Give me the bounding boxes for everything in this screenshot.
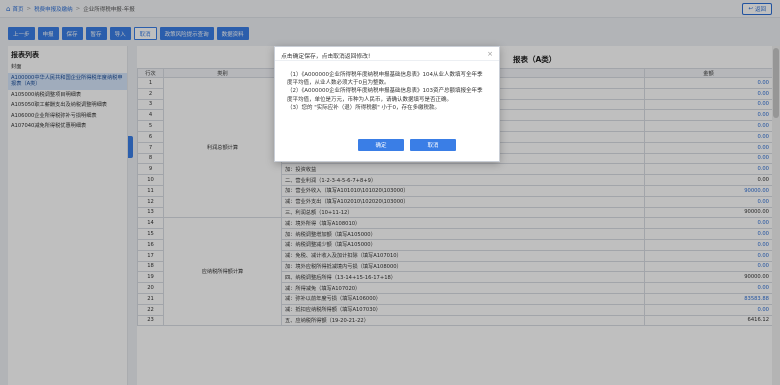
dialog-body: （1）《A000000企业所得税年度纳税申报基础信息表》104从业人数填写全年季… bbox=[275, 61, 499, 112]
dialog-buttons: 确定 取消 bbox=[275, 139, 501, 151]
confirm-dialog: 点击确定保存，点击取消返回修改! × （1）《A000000企业所得税年度纳税申… bbox=[274, 46, 500, 162]
dialog-line-3: （3）您的 "实际应补（退）所得税额" 小于0，存在多缴税款。 bbox=[287, 104, 441, 111]
close-icon[interactable]: × bbox=[487, 50, 493, 58]
dialog-title: 点击确定保存，点击取消返回修改! bbox=[275, 47, 499, 61]
dialog-line-2: （2）《A000000企业所得税年度纳税申报基础信息表》103资产总额填报全年季… bbox=[287, 88, 483, 103]
dialog-line-1: （1）《A000000企业所得税年度纳税申报基础信息表》104从业人数填写全年季… bbox=[287, 72, 483, 87]
dialog-cancel-button[interactable]: 取消 bbox=[410, 139, 456, 151]
dialog-ok-button[interactable]: 确定 bbox=[358, 139, 404, 151]
